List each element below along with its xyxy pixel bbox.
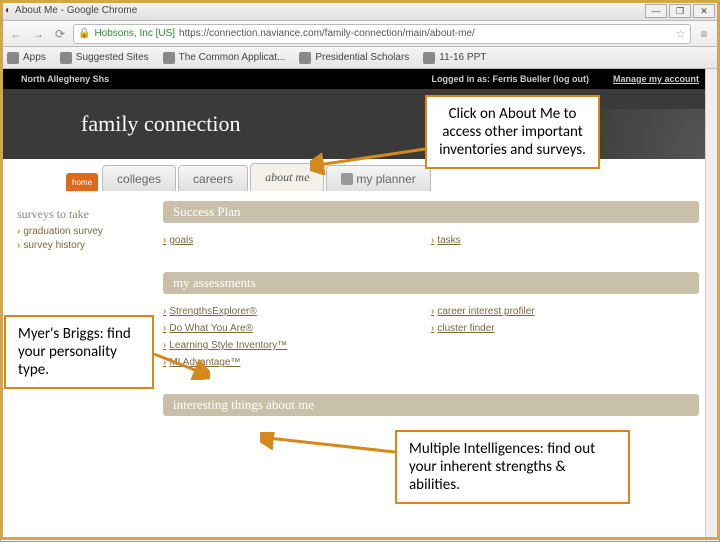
arrow-to-about-me [310, 145, 430, 175]
arrow-to-mi [260, 432, 400, 462]
brand-title: family connection [81, 111, 240, 137]
link-strengths-explorer[interactable]: StrengthsExplorer® [163, 306, 431, 317]
bookmarks-bar: Apps Suggested Sites The Common Applicat… [1, 47, 719, 69]
school-name: North Allegheny Shs [21, 74, 109, 84]
window-titlebar: ◐ About Me - Google Chrome — ❐ ✕ [1, 1, 719, 21]
browser-toolbar: ← → ⟳ 🔒 Hobsons, Inc [US] https://connec… [1, 21, 719, 47]
maximize-button[interactable]: ❐ [669, 4, 691, 18]
bookmark-ppt[interactable]: 11-16 PPT [423, 52, 486, 64]
bookmark-scholars[interactable]: Presidential Scholars [299, 52, 409, 64]
back-button[interactable]: ← [7, 25, 25, 43]
chrome-icon: ◐ [5, 5, 11, 16]
minimize-button[interactable]: — [645, 4, 667, 18]
bookmark-commonapp[interactable]: The Common Applicat... [163, 52, 286, 64]
arrow-to-dwya [150, 350, 210, 380]
link-tasks[interactable]: tasks [431, 235, 699, 246]
bookmark-star-icon[interactable]: ☆ [675, 27, 686, 41]
folder-icon [60, 52, 72, 64]
tab-home[interactable]: home [66, 173, 98, 191]
link-cluster-finder[interactable]: cluster finder [431, 323, 699, 334]
close-button[interactable]: ✕ [693, 4, 715, 18]
bookmark-apps[interactable]: Apps [7, 52, 46, 64]
url-host: Hobsons, Inc [US] [94, 28, 175, 39]
callout-about-me: Click on About Me to access other import… [425, 95, 600, 169]
site-topbar: North Allegheny Shs Logged in as: Ferris… [1, 69, 719, 89]
sidebar-link-history[interactable]: survey history [17, 240, 153, 251]
link-career-profiler[interactable]: career interest profiler [431, 306, 699, 317]
link-goals[interactable]: goals [163, 235, 431, 246]
menu-button[interactable]: ≡ [695, 25, 713, 43]
apps-icon [7, 52, 19, 64]
lock-icon: 🔒 [78, 28, 90, 39]
page-icon [423, 52, 435, 64]
callout-myers-briggs: Myer's Briggs: find your personality typ… [4, 315, 154, 389]
forward-button[interactable]: → [29, 25, 47, 43]
url-path: https://connection.naviance.com/family-c… [179, 28, 475, 39]
window-title: About Me - Google Chrome [15, 5, 137, 16]
address-bar[interactable]: 🔒 Hobsons, Inc [US] https://connection.n… [73, 24, 691, 44]
vertical-scrollbar[interactable] [705, 69, 719, 541]
page-icon [299, 52, 311, 64]
section-interesting-things: interesting things about me [163, 394, 699, 416]
sidebar-heading: surveys to take [17, 207, 153, 222]
tab-colleges[interactable]: colleges [102, 165, 176, 191]
sidebar-link-graduation[interactable]: graduation survey [17, 226, 153, 237]
reload-button[interactable]: ⟳ [51, 25, 69, 43]
logged-in-status[interactable]: Logged in as: Ferris Bueller (log out) [431, 74, 589, 84]
section-success-plan: Success Plan [163, 201, 699, 223]
section-my-assessments: my assessments [163, 272, 699, 294]
bookmark-suggested[interactable]: Suggested Sites [60, 52, 149, 64]
link-do-what-you-are[interactable]: Do What You Are® [163, 323, 431, 334]
tab-careers[interactable]: careers [178, 165, 248, 191]
callout-multiple-intelligences: Multiple Intelligences: find out your in… [395, 430, 630, 504]
page-icon [163, 52, 175, 64]
manage-account-link[interactable]: Manage my account [613, 74, 699, 84]
